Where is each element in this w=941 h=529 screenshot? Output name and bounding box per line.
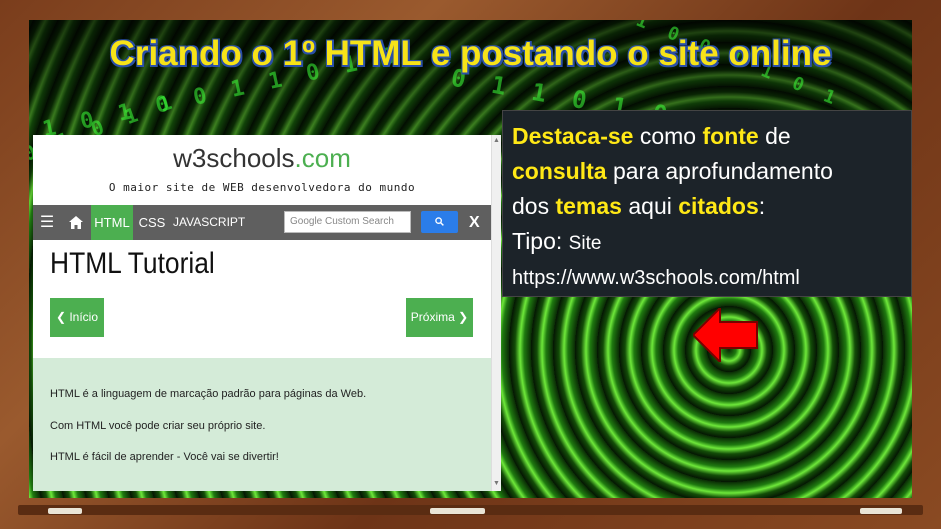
- home-icon[interactable]: [63, 205, 89, 240]
- scroll-up-icon[interactable]: ▲: [492, 137, 501, 144]
- search-button[interactable]: [421, 211, 458, 233]
- red-arrow-left-icon: [693, 308, 758, 362]
- close-button[interactable]: X: [469, 205, 480, 240]
- chalk-piece: [430, 508, 485, 514]
- slide-title: Criando o 1º HTML e postando o site onli…: [109, 34, 832, 73]
- nav-item-javascript[interactable]: JAVASCRIPT: [173, 205, 245, 240]
- intro-box: HTML é a linguagem de marcação padrão pa…: [33, 358, 491, 491]
- callout-type: Tipo: Site: [512, 228, 602, 254]
- intro-paragraph: HTML é fácil de aprender - Você vai se d…: [50, 451, 279, 463]
- w3schools-logo[interactable]: w3schools.com: [33, 143, 491, 174]
- intro-paragraph: Com HTML você pode criar seu próprio sit…: [50, 420, 266, 432]
- tagline: O maior site de WEB desenvolvedora do mu…: [108, 181, 416, 194]
- w3schools-screenshot: w3schools.com O maior site de WEB desenv…: [33, 135, 500, 491]
- scroll-down-icon[interactable]: ▼: [492, 480, 501, 487]
- prev-button[interactable]: ❮ Início: [50, 298, 104, 337]
- callout-line-2: consulta para aprofundamento: [512, 158, 833, 184]
- callout-line-3: dos temas aqui citados:: [512, 193, 766, 219]
- page-heading: HTML Tutorial: [50, 247, 215, 280]
- callout-line-1: Destaca-se como fonte de: [512, 123, 791, 149]
- nav-item-css[interactable]: CSS: [137, 205, 167, 240]
- callout-url[interactable]: https://www.w3schools.com/html: [512, 261, 902, 296]
- nav-item-html[interactable]: HTML: [91, 205, 133, 240]
- next-button[interactable]: Próxima ❯: [406, 298, 473, 337]
- chalk-piece: [860, 508, 902, 514]
- search-input[interactable]: Google Custom Search: [284, 211, 411, 233]
- search-icon: [435, 217, 444, 226]
- scrollbar[interactable]: ▲ ▼: [491, 135, 501, 491]
- menu-icon[interactable]: ☰: [39, 205, 55, 240]
- intro-paragraph: HTML é a linguagem de marcação padrão pa…: [50, 388, 367, 400]
- nav-bar: ☰ HTML CSS JAVASCRIPT Google Custom Sear…: [33, 205, 491, 240]
- chalk-piece: [48, 508, 82, 514]
- info-callout: Destaca-se como fonte de consulta para a…: [502, 110, 912, 297]
